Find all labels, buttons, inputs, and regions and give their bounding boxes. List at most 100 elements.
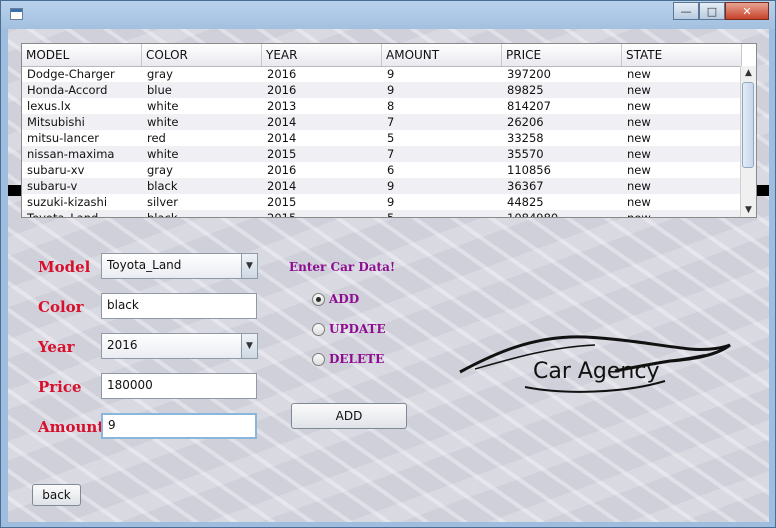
delete-radio-label[interactable]: DELETE [329, 352, 384, 366]
table-row[interactable]: Toyota_Land black 2015 5 1084980 new [22, 210, 742, 217]
table-cell[interactable]: silver [142, 194, 262, 210]
table-row[interactable]: Mitsubishi white 2014 7 26206 new [22, 114, 742, 130]
column-header-model[interactable]: MODEL [22, 44, 142, 66]
column-header-state[interactable]: STATE [622, 44, 742, 66]
table-cell[interactable]: white [142, 98, 262, 114]
table-cell[interactable]: 1084980 [502, 210, 622, 217]
table-scrollbar[interactable]: ▲ ▼ [740, 66, 756, 217]
table-cell[interactable]: black [142, 210, 262, 217]
table-row[interactable]: suzuki-kizashi silver 2015 9 44825 new [22, 194, 742, 210]
table-cell[interactable]: new [622, 130, 742, 146]
chevron-down-icon[interactable]: ▼ [241, 254, 257, 278]
table-row[interactable]: subaru-v black 2014 9 36367 new [22, 178, 742, 194]
delete-radio[interactable] [312, 353, 325, 366]
table-cell[interactable]: 5 [382, 210, 502, 217]
table-row[interactable]: lexus.lx white 2013 8 814207 new [22, 98, 742, 114]
table-cell[interactable]: 33258 [502, 130, 622, 146]
table-row[interactable]: Dodge-Charger gray 2016 9 397200 new [22, 66, 742, 82]
table-cell[interactable]: mitsu-lancer [22, 130, 142, 146]
table-row[interactable]: mitsu-lancer red 2014 5 33258 new [22, 130, 742, 146]
table-cell[interactable]: suzuki-kizashi [22, 194, 142, 210]
update-radio-label[interactable]: UPDATE [329, 322, 386, 336]
add-radio-label[interactable]: ADD [329, 292, 359, 306]
scroll-up-icon[interactable]: ▲ [741, 66, 756, 80]
table-row[interactable]: Honda-Accord blue 2016 9 89825 new [22, 82, 742, 98]
cars-table[interactable]: MODEL COLOR YEAR AMOUNT PRICE STATE Dodg… [21, 43, 757, 218]
table-cell[interactable]: nissan-maxima [22, 146, 142, 162]
table-cell[interactable]: Toyota_Land [22, 210, 142, 217]
table-cell[interactable]: 2016 [262, 66, 382, 82]
table-cell[interactable]: new [622, 210, 742, 217]
table-cell[interactable]: new [622, 66, 742, 82]
table-cell[interactable]: new [622, 82, 742, 98]
table-cell[interactable]: new [622, 114, 742, 130]
table-cell[interactable]: subaru-xv [22, 162, 142, 178]
table-row[interactable]: nissan-maxima white 2015 7 35570 new [22, 146, 742, 162]
table-cell[interactable]: 2014 [262, 114, 382, 130]
table-cell[interactable]: 6 [382, 162, 502, 178]
table-cell[interactable]: 9 [382, 178, 502, 194]
model-combobox[interactable]: Toyota_Land ▼ [101, 253, 258, 279]
table-cell[interactable]: 9 [382, 66, 502, 82]
table-cell[interactable]: 35570 [502, 146, 622, 162]
price-field[interactable]: 180000 [101, 373, 257, 399]
table-cell[interactable]: red [142, 130, 262, 146]
table-cell[interactable]: white [142, 114, 262, 130]
maximize-button[interactable]: □ [699, 2, 725, 20]
table-cell[interactable]: subaru-v [22, 178, 142, 194]
table-cell[interactable]: 814207 [502, 98, 622, 114]
year-combobox[interactable]: 2016 ▼ [101, 333, 258, 359]
column-header-color[interactable]: COLOR [142, 44, 262, 66]
table-cell[interactable]: 26206 [502, 114, 622, 130]
table-cell[interactable]: 9 [382, 194, 502, 210]
table-cell[interactable]: new [622, 146, 742, 162]
table-cell[interactable]: gray [142, 162, 262, 178]
table-cell[interactable]: 110856 [502, 162, 622, 178]
close-button[interactable]: ✕ [725, 2, 769, 20]
table-cell[interactable]: lexus.lx [22, 98, 142, 114]
table-cell[interactable]: 7 [382, 114, 502, 130]
column-header-year[interactable]: YEAR [262, 44, 382, 66]
table-cell[interactable]: 2016 [262, 82, 382, 98]
back-button[interactable]: back [32, 484, 81, 506]
table-cell[interactable]: 7 [382, 146, 502, 162]
decor-stripe [8, 185, 21, 196]
table-cell[interactable]: 2015 [262, 146, 382, 162]
color-field[interactable]: black [101, 293, 257, 319]
scroll-down-icon[interactable]: ▼ [741, 203, 756, 217]
table-cell[interactable]: 2014 [262, 178, 382, 194]
table-cell[interactable]: new [622, 162, 742, 178]
table-cell[interactable]: 5 [382, 130, 502, 146]
table-cell[interactable]: new [622, 194, 742, 210]
minimize-button[interactable]: — [673, 2, 699, 20]
column-header-amount[interactable]: AMOUNT [382, 44, 502, 66]
table-cell[interactable]: Honda-Accord [22, 82, 142, 98]
scroll-thumb[interactable] [742, 82, 754, 168]
table-cell[interactable]: black [142, 178, 262, 194]
table-cell[interactable]: 397200 [502, 66, 622, 82]
table-cell[interactable]: 2016 [262, 162, 382, 178]
table-cell[interactable]: 36367 [502, 178, 622, 194]
update-radio[interactable] [312, 323, 325, 336]
table-cell[interactable]: 2014 [262, 130, 382, 146]
amount-field[interactable]: 9 [101, 413, 257, 439]
table-cell[interactable]: 44825 [502, 194, 622, 210]
table-cell[interactable]: 2015 [262, 210, 382, 217]
table-cell[interactable]: Mitsubishi [22, 114, 142, 130]
table-cell[interactable]: Dodge-Charger [22, 66, 142, 82]
column-header-price[interactable]: PRICE [502, 44, 622, 66]
table-cell[interactable]: gray [142, 66, 262, 82]
table-cell[interactable]: 2013 [262, 98, 382, 114]
table-cell[interactable]: blue [142, 82, 262, 98]
table-cell[interactable]: 2015 [262, 194, 382, 210]
table-cell[interactable]: 89825 [502, 82, 622, 98]
add-radio[interactable] [312, 293, 325, 306]
add-button[interactable]: ADD [291, 403, 407, 429]
chevron-down-icon[interactable]: ▼ [241, 334, 257, 358]
table-cell[interactable]: new [622, 98, 742, 114]
table-cell[interactable]: new [622, 178, 742, 194]
table-cell[interactable]: 8 [382, 98, 502, 114]
table-cell[interactable]: 9 [382, 82, 502, 98]
table-cell[interactable]: white [142, 146, 262, 162]
table-row[interactable]: subaru-xv gray 2016 6 110856 new [22, 162, 742, 178]
